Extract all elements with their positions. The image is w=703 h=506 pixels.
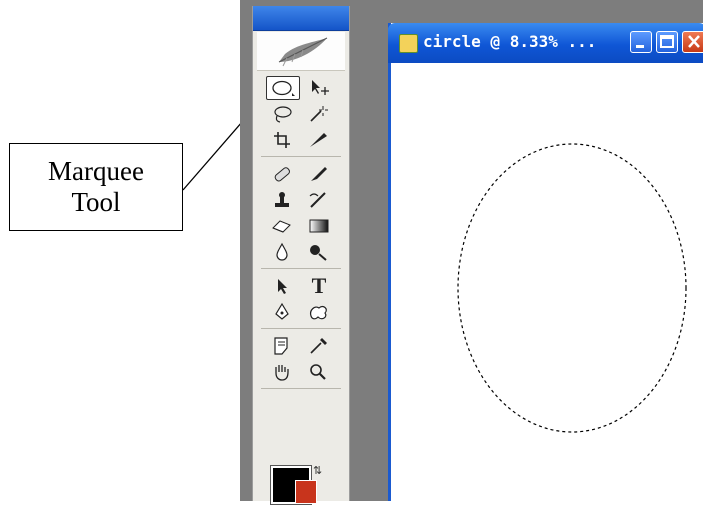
- document-window: circle @ 8.33% ...: [388, 23, 703, 501]
- history-brush-tool-icon[interactable]: [302, 188, 336, 212]
- type-tool-glyph: T: [311, 273, 327, 298]
- toolbox-panel: T ⇅: [252, 6, 350, 505]
- clone-stamp-tool-icon[interactable]: [266, 188, 300, 212]
- eraser-tool-icon[interactable]: [266, 214, 300, 238]
- elliptical-marquee-tool-icon[interactable]: [266, 76, 300, 100]
- gradient-tool-icon[interactable]: [302, 214, 336, 238]
- swap-colors-icon[interactable]: ⇅: [313, 464, 322, 477]
- document-title: circle @ 8.33% ...: [423, 32, 597, 51]
- toolbox-divider: [261, 156, 341, 157]
- maximize-button[interactable]: [656, 31, 678, 53]
- custom-shape-tool-icon[interactable]: [302, 300, 336, 324]
- toolbox-divider: [261, 388, 341, 389]
- lasso-tool-icon[interactable]: [266, 102, 300, 126]
- toolbox-divider: [261, 328, 341, 329]
- close-button[interactable]: [682, 31, 703, 53]
- magic-wand-tool-icon[interactable]: [302, 102, 336, 126]
- pen-tool-icon[interactable]: [266, 300, 300, 324]
- toolbox-titlebar[interactable]: [253, 6, 349, 31]
- elliptical-selection-marquee: [457, 143, 687, 433]
- document-titlebar[interactable]: circle @ 8.33% ...: [388, 23, 703, 63]
- dodge-tool-icon[interactable]: [302, 240, 336, 264]
- background-color-swatch[interactable]: [295, 480, 317, 504]
- crop-tool-icon[interactable]: [266, 128, 300, 152]
- document-file-icon: [399, 34, 418, 53]
- feather-logo-icon[interactable]: [257, 32, 345, 71]
- zoom-tool-icon[interactable]: [302, 360, 336, 384]
- toolbox-divider: [261, 268, 341, 269]
- minimize-button[interactable]: [630, 31, 652, 53]
- type-tool-icon[interactable]: T: [302, 273, 336, 298]
- brush-tool-icon[interactable]: [302, 162, 336, 186]
- path-selection-tool-icon[interactable]: [266, 274, 300, 298]
- document-canvas[interactable]: [391, 63, 703, 501]
- hand-tool-icon[interactable]: [266, 360, 300, 384]
- slice-tool-icon[interactable]: [302, 128, 336, 152]
- move-tool-icon[interactable]: [302, 76, 336, 100]
- healing-brush-tool-icon[interactable]: [266, 162, 300, 186]
- notes-tool-icon[interactable]: [266, 334, 300, 358]
- eyedropper-tool-icon[interactable]: [302, 334, 336, 358]
- blur-tool-icon[interactable]: [266, 240, 300, 264]
